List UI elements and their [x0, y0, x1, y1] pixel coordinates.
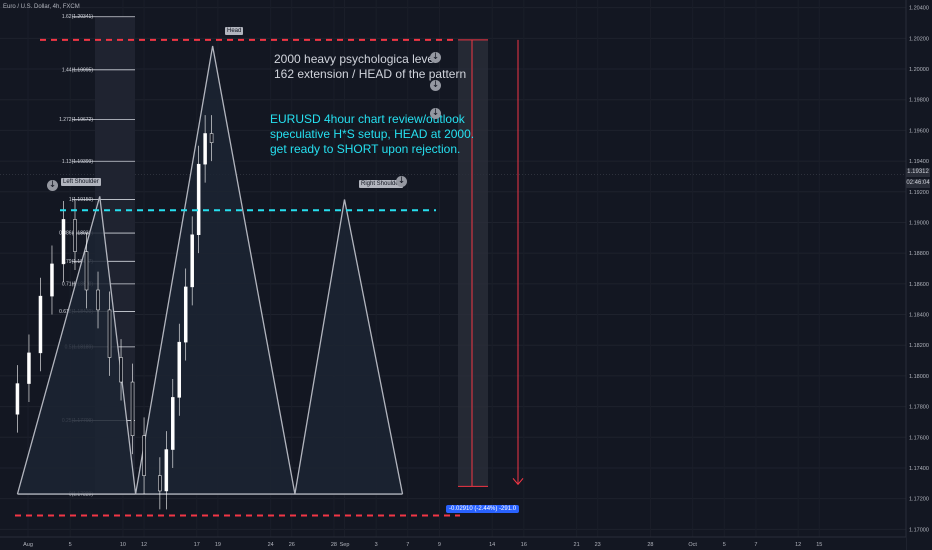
candle-body	[119, 357, 123, 383]
candle-body	[209, 133, 214, 143]
time-axis[interactable]: Aug 5 10 12 17 19 24 26 28 Sep 3 7 9 14 16 21 23 28 Oct 5 7 1…	[0, 536, 906, 550]
fib-level-label: 1.44(1.19995)	[62, 67, 93, 73]
measure-box	[458, 39, 488, 487]
time-tick-label: 7	[406, 542, 409, 548]
price-tick-label: 1.19600	[909, 128, 929, 134]
time-axis-panel	[0, 537, 906, 550]
time-tick-label: 7	[754, 542, 757, 548]
price-axis[interactable]: 1.17000 1.17200 1.17400 1.17600 1.17800 1.180…	[905, 0, 932, 550]
time-tick-label: Sep	[340, 542, 350, 548]
price-tick-label: 1.17600	[909, 435, 929, 441]
price-tick-label: 1.18400	[909, 313, 929, 319]
time-tick-label: 28	[647, 542, 653, 548]
note-line: get ready to SHORT upon rejection.	[270, 142, 461, 156]
price-tick-label: 1.20000	[909, 67, 929, 73]
candle-body	[142, 435, 146, 476]
time-tick-label: 14	[489, 542, 495, 548]
candle-body	[164, 449, 169, 492]
candle-body	[27, 352, 31, 384]
price-tick-label: 1.17200	[909, 497, 929, 503]
candle-body	[107, 309, 112, 358]
time-tick-label: 15	[816, 542, 822, 548]
time-tick-label: Oct	[688, 542, 697, 548]
time-tick-label: 5	[723, 542, 726, 548]
price-tick-label: 1.18000	[909, 374, 929, 380]
price-tick-label: 1.17000	[909, 527, 929, 533]
price-tick-label: 1.17800	[909, 405, 929, 411]
note-line: EURUSD 4hour chart review/outlook	[270, 112, 465, 126]
download-icon[interactable]: ↓	[430, 52, 441, 63]
time-tick-label: 17	[194, 542, 200, 548]
time-tick-label: 12	[141, 542, 147, 548]
price-tick-label: 1.18800	[909, 251, 929, 257]
time-tick-label: 3	[375, 542, 378, 548]
current-price-tag: 1.19312	[906, 168, 930, 177]
time-tick-label: 5	[69, 542, 72, 548]
candle-body	[171, 397, 175, 450]
candle-body	[177, 341, 182, 398]
candle-body	[190, 234, 194, 288]
fib-level-label: 1.62(1.20341)	[62, 14, 93, 20]
price-tick-label: 1.20400	[909, 6, 929, 12]
candle-body	[50, 263, 54, 297]
download-icon[interactable]: ↓	[430, 108, 441, 119]
symbol-title: Euro / U.S. Dollar, 4h, FXCM	[3, 4, 80, 10]
download-icon[interactable]: ↓	[396, 176, 407, 187]
time-tick-label: 12	[795, 542, 801, 548]
left-shoulder-label[interactable]: Left Shoulder	[61, 178, 101, 186]
time-tick-label: 28	[331, 542, 337, 548]
price-tick-label: 1.18200	[909, 343, 929, 349]
candle-body	[15, 383, 20, 415]
price-tick-label: 1.19400	[909, 159, 929, 165]
time-tick-label: 10	[120, 542, 126, 548]
time-tick-label: 19	[215, 542, 221, 548]
fib-level-label: 1.272(1.19672)	[59, 117, 93, 123]
time-tick-label: 21	[574, 542, 580, 548]
note-line: speculative H*S setup, HEAD at 2000.	[270, 127, 475, 141]
download-icon[interactable]: ↓	[47, 180, 58, 191]
time-tick-label: 24	[268, 542, 274, 548]
candle-body	[84, 251, 89, 291]
candle-body	[96, 289, 100, 311]
measure-label[interactable]: -0.02910 (-2.44%) -291.0	[446, 505, 520, 513]
chart-canvas[interactable]: 1.62(1.20341) 1.44(1.19995) 1.272(1.19672)…	[0, 0, 932, 550]
price-tick-label: 1.20200	[909, 36, 929, 42]
download-icon[interactable]: ↓	[430, 80, 441, 91]
countdown-tag: 02:46:04	[906, 179, 930, 188]
candle-body	[73, 219, 77, 252]
candle-body	[130, 381, 135, 436]
time-tick-label: 23	[595, 542, 601, 548]
price-tick-label: 1.18600	[909, 282, 929, 288]
price-tick-label: 1.19200	[909, 190, 929, 196]
head-label[interactable]: Head	[225, 27, 244, 35]
time-tick-label: 9	[438, 542, 441, 548]
candle-body	[183, 286, 188, 343]
candle-body	[196, 163, 201, 235]
fib-level-label: 1.13(1.19399)	[62, 159, 93, 165]
time-tick-label: Aug	[23, 542, 33, 548]
note-outlook: EURUSD 4hour chart review/outlook specul…	[270, 112, 474, 157]
time-tick-label: 26	[289, 542, 295, 548]
price-tick-label: 1.19800	[909, 98, 929, 104]
candle-body	[38, 295, 43, 354]
price-tick-label: 1.17400	[909, 466, 929, 472]
candle-body	[61, 219, 66, 265]
fib-level-label: 1(1.19150)	[69, 197, 94, 203]
candle-body	[158, 475, 162, 492]
candle-body	[203, 133, 207, 165]
time-tick-label: 16	[521, 542, 527, 548]
price-tick-label: 1.19000	[909, 220, 929, 226]
